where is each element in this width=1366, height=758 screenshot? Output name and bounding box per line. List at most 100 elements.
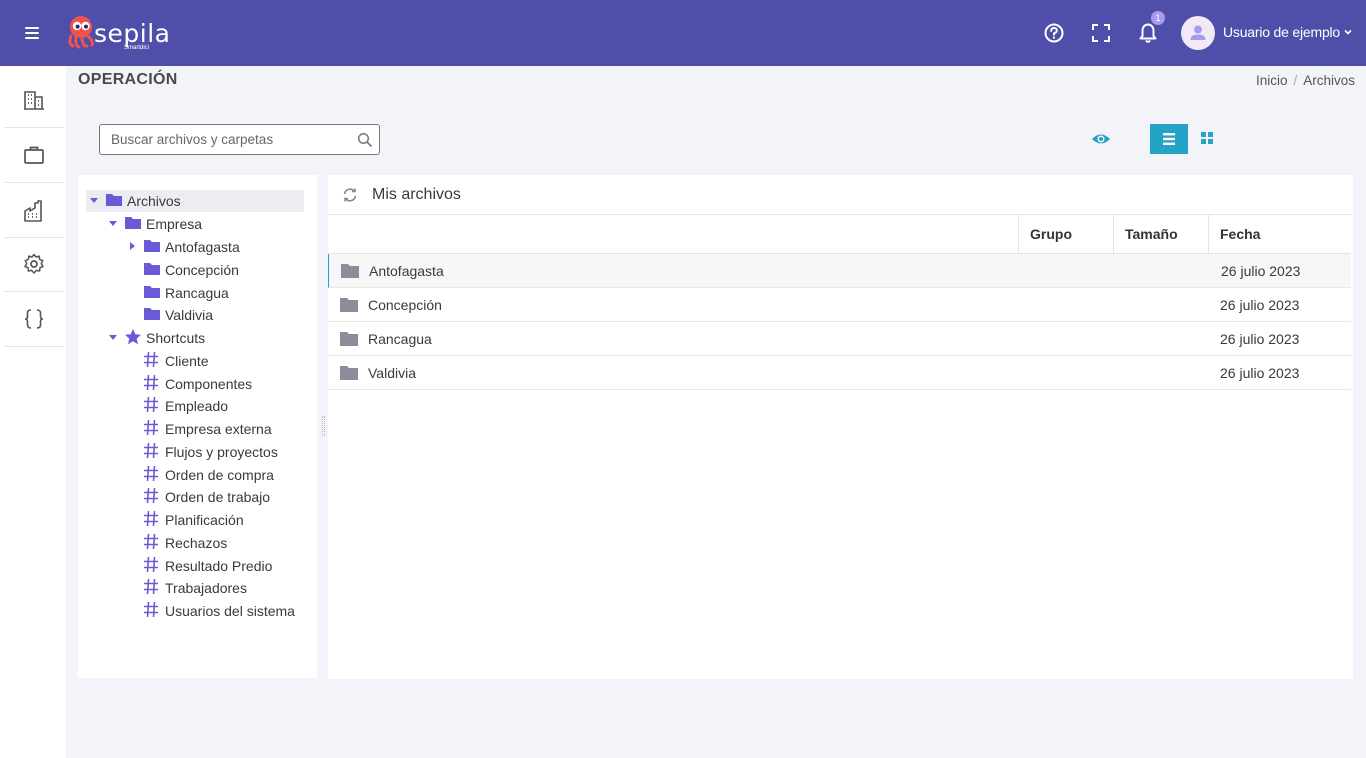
tree-label: Archivos [127, 193, 181, 209]
shortcut-item[interactable]: Orden de trabajo [124, 486, 304, 508]
caret-down-icon[interactable] [90, 198, 98, 203]
folder-icon [144, 240, 160, 252]
search-input[interactable] [100, 125, 350, 154]
user-avatar[interactable] [1181, 16, 1215, 50]
building-icon [24, 91, 44, 110]
shortcut-item[interactable]: Componentes [124, 373, 304, 395]
tree-label: Shortcuts [146, 330, 206, 346]
logo-subtitle: Smartdici [124, 45, 150, 51]
column-header-name[interactable] [328, 215, 1018, 253]
sidebar-item-operations[interactable] [4, 184, 64, 238]
settings-icon [24, 253, 44, 274]
refresh-icon[interactable] [342, 186, 358, 204]
file-name: Antofagasta [369, 263, 444, 279]
hashtag-icon [144, 442, 158, 459]
folder-icon [340, 366, 358, 380]
fullscreen-icon[interactable] [1088, 20, 1114, 46]
tree-label: Rancagua [165, 285, 229, 301]
search-icon[interactable] [357, 132, 373, 148]
eye-icon [1092, 134, 1110, 144]
hashtag-icon [144, 487, 158, 504]
tree-node-empresa[interactable]: Empresa [105, 213, 285, 235]
column-header-date[interactable]: Fecha [1208, 215, 1351, 253]
notification-badge: 1 [1151, 11, 1165, 25]
list-view-button[interactable] [1150, 124, 1188, 154]
star-icon [125, 329, 141, 345]
table-row[interactable]: Concepción 26 julio 2023 [328, 288, 1351, 322]
tree-node-rancagua[interactable]: Rancagua [124, 282, 294, 304]
shortcut-item[interactable]: Rechazos [124, 532, 304, 554]
tree-node-shortcuts[interactable]: Shortcuts [105, 327, 285, 349]
tree-node-valdivia[interactable]: Valdivia [124, 304, 294, 326]
column-header-size[interactable]: Tamaño [1113, 215, 1208, 253]
shortcut-item[interactable]: Flujos y proyectos [124, 441, 304, 463]
shortcut-item[interactable]: Empresa externa [124, 418, 304, 440]
shortcut-item[interactable]: Usuarios del sistema [124, 600, 309, 622]
folder-icon [144, 308, 160, 320]
briefcase-icon [24, 146, 44, 164]
shortcut-item[interactable]: Resultado Predio [124, 555, 304, 577]
file-date: 26 julio 2023 [1220, 297, 1300, 313]
table-row[interactable]: Rancagua 26 julio 2023 [328, 322, 1351, 356]
hashtag-icon [144, 396, 158, 413]
factory-icon [24, 200, 42, 222]
tree-label: Antofagasta [165, 239, 240, 255]
app-logo[interactable]: sepila Smartdici [66, 12, 170, 54]
shortcut-item[interactable]: Empleado [124, 395, 304, 417]
file-date: 26 julio 2023 [1220, 331, 1300, 347]
sidebar-item-settings[interactable] [4, 238, 64, 292]
tree-label: Planificación [165, 512, 244, 528]
braces-icon [24, 309, 44, 329]
menu-icon[interactable] [20, 22, 44, 44]
tree-label: Valdivia [165, 307, 213, 323]
chevron-down-icon[interactable] [1344, 28, 1352, 36]
tree-node-archivos[interactable]: Archivos [86, 190, 304, 212]
hashtag-icon [144, 533, 158, 550]
breadcrumb-home[interactable]: Inicio [1256, 73, 1288, 88]
panel-resize-handle[interactable] [322, 416, 325, 436]
sidebar-item-developer[interactable] [4, 293, 64, 347]
preview-toggle-button[interactable] [1086, 124, 1116, 154]
tree-label: Empresa [146, 216, 203, 232]
breadcrumb-current: Archivos [1303, 73, 1355, 88]
shortcut-item[interactable]: Trabajadores [124, 577, 304, 599]
user-name[interactable]: Usuario de ejemplo [1223, 24, 1340, 40]
tree-label: Empleado [165, 398, 229, 414]
breadcrumb: Inicio / Archivos [1256, 73, 1355, 88]
tree-node-concepcion[interactable]: Concepción [124, 259, 294, 281]
sidebar-item-buildings[interactable] [4, 74, 64, 128]
top-bar: sepila Smartdici 1 Usuario de ejemplo [0, 0, 1366, 66]
file-date: 26 julio 2023 [1221, 263, 1301, 279]
hashtag-icon [144, 601, 158, 618]
file-name: Valdivia [368, 365, 416, 381]
shortcut-item[interactable]: Orden de compra [124, 464, 304, 486]
hashtag-icon [144, 510, 158, 527]
logo-text: sepila [94, 19, 171, 48]
list-icon [1163, 133, 1175, 145]
column-header-group[interactable]: Grupo [1018, 215, 1113, 253]
help-icon[interactable] [1041, 20, 1067, 46]
hashtag-icon [144, 351, 158, 368]
shortcut-item[interactable]: Planificación [124, 509, 304, 531]
grid-view-button[interactable] [1189, 124, 1227, 154]
file-name: Concepción [368, 297, 442, 313]
hashtag-icon [144, 374, 158, 391]
tree-label: Orden de trabajo [165, 489, 271, 505]
file-name: Rancagua [368, 331, 432, 347]
table-row[interactable]: Valdivia 26 julio 2023 [328, 356, 1351, 390]
caret-down-icon[interactable] [109, 335, 117, 340]
hashtag-icon [144, 578, 158, 595]
caret-right-icon[interactable] [130, 242, 135, 250]
tree-node-antofagasta[interactable]: Antofagasta [124, 236, 294, 258]
sidebar-item-projects[interactable] [4, 129, 64, 183]
caret-down-icon[interactable] [109, 221, 117, 226]
files-title: Mis archivos [372, 186, 461, 203]
grid-icon [1201, 132, 1213, 144]
side-nav [0, 66, 66, 758]
shortcut-item[interactable]: Cliente [124, 350, 304, 372]
file-date: 26 julio 2023 [1220, 365, 1300, 381]
hashtag-icon [144, 465, 158, 482]
hashtag-icon [144, 556, 158, 573]
table-row[interactable]: Antofagasta 26 julio 2023 [328, 254, 1351, 288]
folder-tree: Archivos Empresa Antofagasta Concepción … [78, 175, 317, 678]
